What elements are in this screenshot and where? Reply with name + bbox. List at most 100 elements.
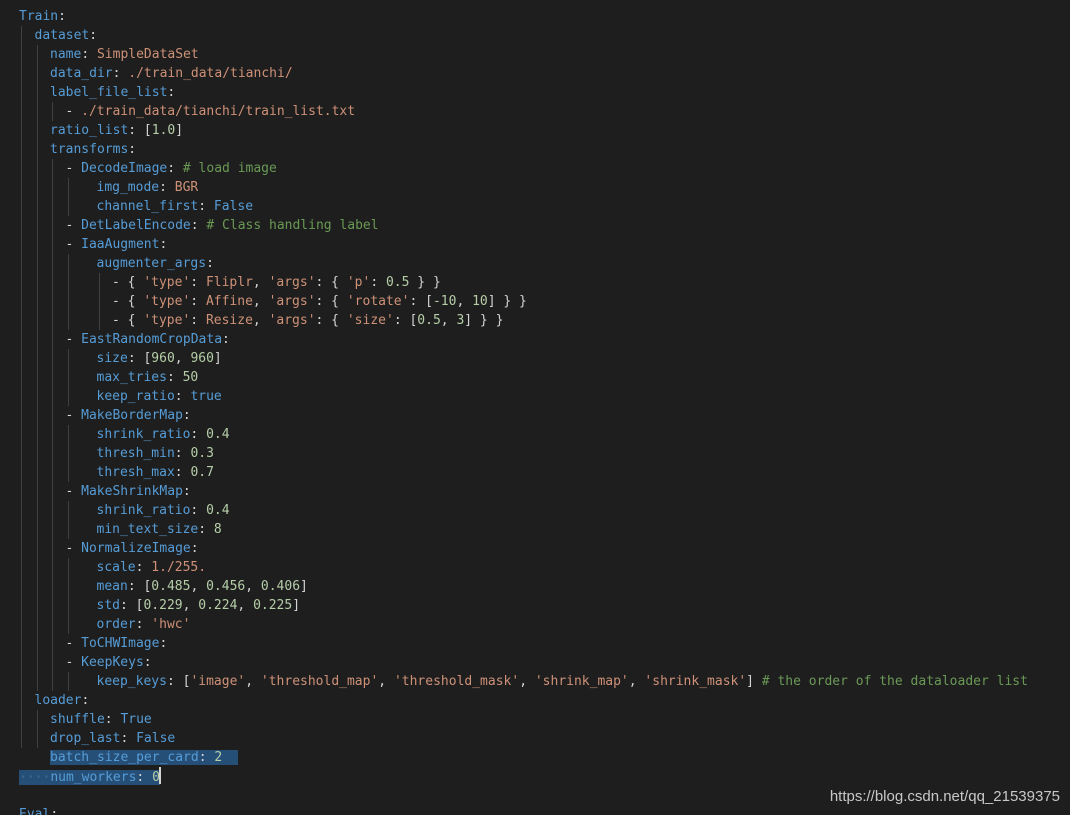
code-line[interactable]: ratio_list: [1.0] <box>0 121 1070 140</box>
code-line[interactable]: - KeepKeys: <box>0 653 1070 672</box>
code-token: 'rotate' <box>346 294 410 309</box>
code-token: : [ <box>409 294 433 309</box>
code-token: ] } } <box>464 313 504 328</box>
code-line[interactable]: - IaaAugment: <box>0 235 1070 254</box>
code-token: std <box>96 598 120 613</box>
code-text: - MakeShrinkMap: <box>66 484 191 499</box>
code-line[interactable]: channel_first: False <box>0 197 1070 216</box>
code-editor[interactable]: Train: dataset: name: SimpleDataSet data_di… <box>0 0 1070 815</box>
code-line[interactable]: data_dir: ./train_data/tianchi/ <box>0 64 1070 83</box>
code-line[interactable]: order: 'hwc' <box>0 615 1070 634</box>
code-line[interactable]: shrink_ratio: 0.4 <box>0 501 1070 520</box>
indent-guide <box>36 121 38 140</box>
code-text: Eval: <box>19 807 58 815</box>
code-line[interactable]: batch_size_per_card: 2 <box>0 748 1070 767</box>
code-line[interactable]: min_text_size: 8 <box>0 520 1070 539</box>
code-token: 'size' <box>346 313 394 328</box>
code-line[interactable]: thresh_max: 0.7 <box>0 463 1070 482</box>
code-line[interactable]: - EastRandomCropData: <box>0 330 1070 349</box>
code-text: label_file_list: <box>50 85 175 100</box>
code-token: NormalizeImage <box>81 541 191 556</box>
code-line[interactable]: Eval: <box>0 805 1070 815</box>
indent-guide <box>21 121 22 140</box>
code-token: - { <box>112 294 144 309</box>
code-line[interactable]: transforms: <box>0 140 1070 159</box>
code-token: : <box>182 484 191 499</box>
indent-guide <box>21 349 22 368</box>
code-line[interactable]: - ToCHWImage: <box>0 634 1070 653</box>
indent-guide <box>21 691 22 710</box>
code-line[interactable]: size: [960, 960] <box>0 349 1070 368</box>
code-line[interactable]: - MakeShrinkMap: <box>0 482 1070 501</box>
code-token: # load image <box>182 161 277 176</box>
code-token: shrink_ratio <box>96 427 191 442</box>
code-token: 0.224 <box>198 598 238 613</box>
indent-guide <box>21 615 22 634</box>
code-line[interactable]: shuffle: True <box>0 710 1070 729</box>
indent-guide <box>21 292 22 311</box>
code-line[interactable]: loader: <box>0 691 1070 710</box>
code-line[interactable]: - DetLabelEncode: # Class handling label <box>0 216 1070 235</box>
code-line[interactable]: img_mode: BGR <box>0 178 1070 197</box>
code-token: : <box>167 161 183 176</box>
code-line[interactable]: dataset: <box>0 26 1070 45</box>
code-token: BGR <box>174 180 199 195</box>
code-token: KeepKeys <box>81 655 144 670</box>
indent-guide <box>21 311 22 330</box>
code-token: : <box>370 275 386 290</box>
code-token: 1./255. <box>151 560 207 575</box>
indent-guide <box>36 159 38 178</box>
code-token: 0.3 <box>190 446 214 461</box>
code-token: ] <box>213 351 222 366</box>
code-token: Affine <box>205 294 253 309</box>
code-token: : <box>167 85 176 100</box>
code-line[interactable]: std: [0.229, 0.224, 0.225] <box>0 596 1070 615</box>
code-line[interactable]: augmenter_args: <box>0 254 1070 273</box>
code-line[interactable]: label_file_list: <box>0 83 1070 102</box>
indent-guide <box>52 596 53 615</box>
code-token: : [ <box>393 313 418 328</box>
code-line[interactable]: mean: [0.485, 0.456, 0.406] <box>0 577 1070 596</box>
indent-guide <box>21 64 22 83</box>
code-line[interactable]: name: SimpleDataSet <box>0 45 1070 64</box>
indent-guide <box>52 520 53 539</box>
code-token: MakeShrinkMap <box>81 484 183 499</box>
indent-guide <box>36 596 38 615</box>
code-token: - <box>65 484 82 499</box>
indent-guide <box>36 292 38 311</box>
code-line[interactable]: - ./train_data/tianchi/train_list.txt <box>0 102 1070 121</box>
indent-guide <box>52 102 53 121</box>
indent-guide <box>67 311 69 330</box>
code-text: - ./train_data/tianchi/train_list.txt <box>66 104 356 119</box>
indent-guide <box>67 254 69 273</box>
indent-guide <box>36 539 38 558</box>
code-token: : { <box>315 294 347 309</box>
code-line[interactable]: - { 'type': Affine, 'args': { 'rotate': … <box>0 292 1070 311</box>
indent-guide <box>21 520 22 539</box>
code-line[interactable]: max_tries: 50 <box>0 368 1070 387</box>
indent-guide <box>52 539 53 558</box>
code-line[interactable]: keep_keys: ['image', 'threshold_map', 't… <box>0 672 1070 691</box>
indent-guide <box>36 558 38 577</box>
code-token: : [ <box>127 579 152 594</box>
code-line[interactable]: - DecodeImage: # load image <box>0 159 1070 178</box>
code-token: , <box>245 579 261 594</box>
code-token: : <box>143 655 152 670</box>
code-token: , <box>252 313 269 328</box>
code-token: : { <box>315 275 347 290</box>
code-line[interactable]: - { 'type': Resize, 'args': { 'size': [0… <box>0 311 1070 330</box>
code-line[interactable]: keep_ratio: true <box>0 387 1070 406</box>
code-line[interactable]: ····num_workers: 0 <box>0 767 1070 786</box>
code-token: ToCHWImage <box>81 636 160 651</box>
code-line[interactable]: shrink_ratio: 0.4 <box>0 425 1070 444</box>
code-line[interactable]: - NormalizeImage: <box>0 539 1070 558</box>
indent-guide <box>36 254 38 273</box>
code-token: 0.406 <box>260 579 301 594</box>
code-line[interactable]: Train: <box>0 7 1070 26</box>
code-line[interactable]: thresh_min: 0.3 <box>0 444 1070 463</box>
code-token: 0.485 <box>151 579 191 594</box>
code-line[interactable]: drop_last: False <box>0 729 1070 748</box>
code-line[interactable]: scale: 1./255. <box>0 558 1070 577</box>
code-line[interactable]: - MakeBorderMap: <box>0 406 1070 425</box>
code-line[interactable]: - { 'type': Fliplr, 'args': { 'p': 0.5 }… <box>0 273 1070 292</box>
